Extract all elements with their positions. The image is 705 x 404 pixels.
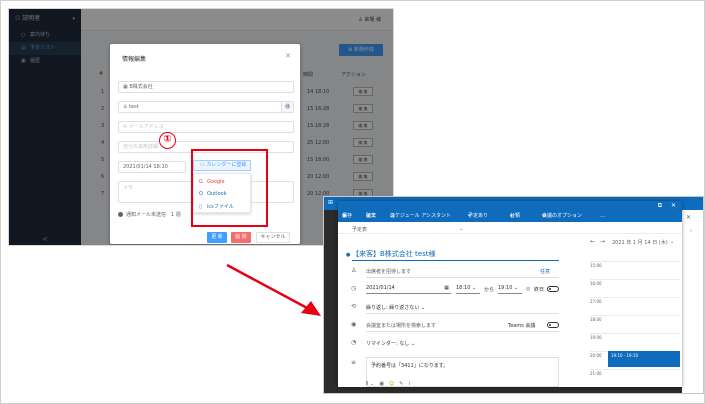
teams-toggle[interactable] [547,322,559,328]
day-calendar-pane: 15:00 16:00 17:00 18:00 19:00 20:00 21:0… [590,257,680,385]
delete-button[interactable]: 削 除 [231,232,251,243]
status-dot-icon [118,212,123,217]
divider [366,313,559,314]
start-time-field[interactable]: 18:10 ⌄ [456,284,480,294]
hour-label: 18:00 [590,317,602,322]
person-add-icon: ♙ [351,267,357,274]
popout-icon[interactable]: ⧉ [658,202,662,210]
prev-day-button[interactable]: ← [590,238,595,245]
email-field[interactable]: ✉ メールアドレス [118,121,294,133]
next-day-button[interactable]: → [600,238,605,245]
location-field[interactable]: 会議室または場所を検索します [366,322,436,329]
app-grid-icon[interactable]: ⊞ [328,199,333,206]
optional-attendees-link[interactable]: 任意 [540,268,550,275]
outlook-screenshot: ⊞ ✕ › ⧉ ✕ ▣ 保存 ▥ 破棄 ▤ スケジュール アシスタント 予定あり… [323,196,704,394]
emoji-icon[interactable]: ☺ [389,381,394,387]
calendar-name[interactable]: 予定表 [352,226,367,233]
update-button[interactable]: 更 新 [207,232,227,243]
outlook-event-window: ⧉ ✕ ▣ 保存 ▥ 破棄 ▤ スケジュール アシスタント 予定あり ▾ ◇ 分… [338,201,682,387]
hour-label: 20:00 [590,353,602,358]
name-field[interactable]: ♙ test 様 [118,101,294,113]
hour-label: 17:00 [590,299,602,304]
hour-line [590,333,680,334]
attach-icon[interactable]: ⌇ [408,381,410,387]
bell-icon: ◔ [351,339,357,346]
to-label: から [484,287,495,293]
window-titlebar: ⧉ ✕ [338,201,682,211]
hour-label: 16:00 [590,281,602,286]
clock-icon: ◷ [351,285,357,292]
notes-icon: ≡ [351,359,357,366]
calendar-date-header[interactable]: 2021 年 1 月 14 日 (木) [612,239,668,246]
hour-line [590,279,680,280]
event-toolbar: ▣ 保存 ▥ 破棄 ▤ スケジュール アシスタント 予定あり ▾ ◇ 分類 ▾ … [338,211,682,222]
more-button[interactable]: … [600,211,605,222]
chevron-down-icon[interactable]: ⌄ [670,239,674,245]
company-field[interactable]: ▦ B株式会社 [118,81,294,93]
calendar-icon: ▦ [444,285,449,291]
red-arrow-icon [226,263,321,316]
attendee-field[interactable]: 出席者を招待します [366,268,411,275]
close-icon[interactable]: ✕ [671,202,676,209]
outlook-right-strip: ✕ › [682,210,703,393]
hour-line [590,315,680,316]
all-day-label: 終日 [534,287,545,293]
timezone-icon[interactable]: ◎ [526,286,530,292]
datetime-field[interactable]: 2021/01/14 18:10 [118,161,186,173]
hour-label: 21:00 [590,371,602,376]
divider [366,331,559,332]
brush-icon[interactable]: ✎ [399,381,403,387]
reminder-dropdown[interactable]: リマインダー: なし ⌄ [366,340,415,347]
step-number-badge: ① [159,132,176,149]
calendar-event-block[interactable]: 19:10 - 19:10 [608,351,680,367]
end-time-field[interactable]: 19:10 ⌄ [498,284,522,294]
event-subheader: 予定表 ⌄ [338,222,682,234]
hour-line [590,369,680,370]
cancel-button[interactable]: キャンセル [256,232,290,243]
tutorial-figure: ⚇ 説明者 ▾ ○ 案内待ち ▤ 予定リスト ▣ 履歴 < ♙ 来場 様 ⊕ 新規作成… [0,0,705,404]
hour-line [590,297,680,298]
notify-status: 通知メール未送信 1 週 [118,211,181,218]
repeat-icon: ⟲ [351,303,357,310]
format-toolbar: Ⅱ ⌄ ▣ ☺ ✎ ⌇ [366,381,411,387]
image-icon[interactable]: ▣ [379,381,384,387]
format-icon[interactable]: Ⅱ [366,381,368,387]
start-date-field[interactable]: 2021/01/14 ▦ [366,284,451,294]
location-icon: ◉ [351,321,357,328]
name-suffix: 様 [281,102,293,112]
highlight-box [191,149,268,227]
event-title-field[interactable]: 【来客】B株式会社 test様 [352,249,559,261]
hour-label: 19:00 [590,335,602,340]
repeat-dropdown[interactable]: 繰り返し: 繰り返さない ⌄ [366,304,425,311]
dialog-title: 情報編集 [122,56,147,63]
chevron-right-icon[interactable]: › [690,228,692,234]
close-icon[interactable]: ✕ [285,52,291,60]
chevron-down-icon[interactable]: ⌄ [459,226,463,232]
teams-label: Teams 会議 [508,323,536,329]
category-dropdown[interactable]: ◇ 分類 ▾ [510,211,520,222]
divider [366,277,559,278]
busy-status-dropdown[interactable]: 予定あり ▾ [468,211,488,222]
color-dot-icon: ● [346,252,351,258]
hour-line [590,261,680,262]
all-day-toggle[interactable] [547,286,559,292]
hour-label: 15:00 [590,263,602,268]
close-icon[interactable]: ✕ [686,214,691,221]
